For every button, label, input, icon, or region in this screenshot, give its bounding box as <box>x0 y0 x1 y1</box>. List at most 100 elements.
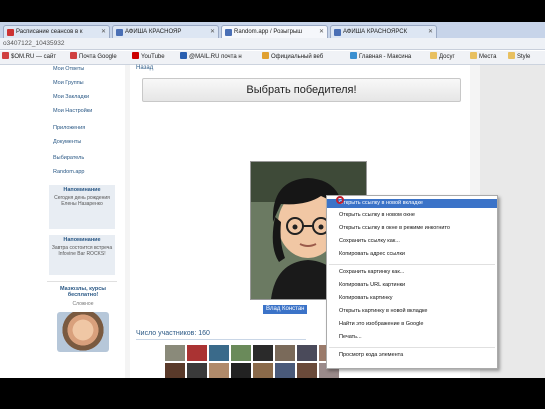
bookmark-label: Почта Google <box>79 54 117 60</box>
close-icon[interactable]: ✕ <box>319 26 324 38</box>
menu-item-save-link[interactable]: Сохранить ссылку как... <box>339 238 400 244</box>
menu-item-copy-link[interactable]: Копировать адрес ссылки <box>339 251 405 257</box>
bookmark-item[interactable]: $OM.RU — сайт <box>2 51 56 64</box>
close-icon[interactable]: ✕ <box>428 26 433 38</box>
divider <box>136 339 306 340</box>
folder-icon <box>508 52 515 59</box>
tab-schedule[interactable]: Расписание сеансов в к ✕ <box>3 25 110 38</box>
participant-thumbnail[interactable] <box>209 363 229 378</box>
bookmark-label: Главная - Максина <box>359 54 412 60</box>
promo-title[interactable]: Мазюзлы, курсы бесплатно! <box>50 286 116 298</box>
nav-link[interactable]: Приложения <box>53 125 85 131</box>
participant-thumbnail[interactable] <box>297 345 317 361</box>
reminder-block: Напоминание Завтра состоится встреча Inf… <box>49 235 115 275</box>
context-menu: Открыть ссылку в новой вкладке Открыть с… <box>326 195 498 369</box>
nav-link[interactable]: Документы <box>53 139 81 145</box>
menu-item-inspect-element[interactable]: Просмотр кода элемента <box>339 352 403 358</box>
reminder-title: Напоминание <box>63 187 101 193</box>
nav-link[interactable]: Выбиратель <box>53 155 84 161</box>
back-link[interactable]: Назад <box>136 65 153 71</box>
menu-item-open-new-tab[interactable]: Открыть ссылку в новой вкладке <box>327 199 497 208</box>
close-icon[interactable]: ✕ <box>210 26 215 38</box>
bookmark-label: @MAIL.RU почта н <box>189 54 242 60</box>
bookmark-label: Досуг <box>439 54 455 60</box>
participant-thumbnail[interactable] <box>253 363 273 378</box>
cursor-highlight-icon <box>336 196 344 204</box>
browser-window: Расписание сеансов в к ✕ АФИША КРАСНОЯР … <box>0 22 545 378</box>
tab-afisha-2[interactable]: АФИША КРАСНОЯРСК ✕ <box>330 25 437 38</box>
nav-link[interactable]: Random.app <box>53 169 85 175</box>
tab-label: АФИША КРАСНОЯР <box>125 29 182 35</box>
tab-random-app[interactable]: Random.app / Розыгрыш ✕ <box>221 25 328 38</box>
bookmark-item[interactable]: YouTube <box>132 51 165 64</box>
menu-item-print[interactable]: Печать... <box>339 334 362 340</box>
participant-thumbnail[interactable] <box>165 345 185 361</box>
bookmark-folder[interactable]: Досуг <box>430 51 455 64</box>
divider <box>47 281 117 282</box>
tab-favicon-icon <box>7 29 14 36</box>
participant-thumbnail[interactable] <box>275 363 295 378</box>
folder-icon <box>430 52 437 59</box>
menu-item-open-incognito[interactable]: Открыть ссылку в окне в режиме инкогнито <box>339 225 450 231</box>
bookmark-folder[interactable]: Места <box>470 51 496 64</box>
menu-item-copy-image-url[interactable]: Копировать URL картинки <box>339 282 405 288</box>
address-text: o3407122_10435932 <box>3 40 65 47</box>
tab-label: АФИША КРАСНОЯРСК <box>343 29 408 35</box>
menu-separator <box>329 264 495 265</box>
participant-thumbnail[interactable] <box>165 363 185 378</box>
participants-count: Число участников: 160 <box>136 330 210 337</box>
tab-favicon-icon <box>116 29 123 36</box>
bookmark-label: Style <box>517 54 531 60</box>
tab-strip: Расписание сеансов в к ✕ АФИША КРАСНОЯР … <box>0 22 545 38</box>
participant-thumbnail[interactable] <box>253 345 273 361</box>
menu-item-open-new-window[interactable]: Открыть ссылку в новом окне <box>339 212 415 218</box>
tab-favicon-icon <box>225 29 232 36</box>
tab-favicon-icon <box>334 29 341 36</box>
tab-label: Random.app / Розыгрыш <box>234 29 303 35</box>
bookmark-item[interactable]: Главная - Максина <box>350 51 411 64</box>
bookmark-favicon-icon <box>350 52 357 59</box>
bookmark-item[interactable]: @MAIL.RU почта н <box>180 51 242 64</box>
bookmarks-bar: $OM.RU — сайт Почта Google YouTube @MAIL… <box>0 51 545 65</box>
bookmark-folder[interactable]: Style <box>508 51 530 64</box>
bookmark-item[interactable]: Официальный веб <box>262 51 323 64</box>
participant-thumbnail[interactable] <box>209 345 229 361</box>
address-bar[interactable]: o3407122_10435932 <box>0 38 545 50</box>
tab-label: Расписание сеансов в к <box>16 29 83 35</box>
bookmark-favicon-icon <box>2 52 9 59</box>
mail-ru-icon <box>180 52 187 59</box>
menu-item-copy-image[interactable]: Копировать картинку <box>339 295 393 301</box>
nav-link[interactable]: Мои Ответы <box>53 66 84 72</box>
tab-afisha-1[interactable]: АФИША КРАСНОЯР ✕ <box>112 25 219 38</box>
participant-thumbnail[interactable] <box>187 363 207 378</box>
folder-icon <box>470 52 477 59</box>
reminder-text[interactable]: Завтра состоится встреча Infovine Bar RO… <box>51 245 113 257</box>
reminder-title: Напоминание <box>63 237 101 243</box>
bookmark-label: YouTube <box>141 54 165 60</box>
bookmark-item[interactable]: Почта Google <box>70 51 117 64</box>
promo-subtitle: Сложное <box>72 301 94 307</box>
menu-separator <box>329 347 495 348</box>
participant-thumbnail[interactable] <box>231 363 251 378</box>
gmail-icon <box>70 52 77 59</box>
bookmark-label: $OM.RU — сайт <box>11 54 57 60</box>
nav-link[interactable]: Мои Закладки <box>53 94 89 100</box>
bookmark-label: Официальный веб <box>271 54 324 60</box>
promo-image[interactable] <box>57 312 109 352</box>
menu-item-open-image-new-tab[interactable]: Открыть картинку в новой вкладке <box>339 308 428 314</box>
youtube-icon <box>132 52 139 59</box>
winner-name[interactable]: Влад Констан <box>263 305 308 314</box>
reminder-text[interactable]: Сегодня день рождения Елены Назаренко <box>51 195 113 207</box>
participant-thumbnail[interactable] <box>275 345 295 361</box>
close-icon[interactable]: ✕ <box>101 26 106 38</box>
menu-item-search-image-google[interactable]: Найти это изображение в Google <box>339 321 423 327</box>
pick-winner-button[interactable]: Выбрать победителя! <box>142 78 461 102</box>
nav-link[interactable]: Мои Группы <box>53 80 84 86</box>
bookmark-label: Места <box>479 54 497 60</box>
nav-link[interactable]: Мои Настройки <box>53 108 92 114</box>
participant-thumbnail[interactable] <box>231 345 251 361</box>
participant-thumbnail[interactable] <box>297 363 317 378</box>
participant-thumbnail[interactable] <box>187 345 207 361</box>
menu-item-save-image[interactable]: Сохранить картинку как... <box>339 269 404 275</box>
bookmark-favicon-icon <box>262 52 269 59</box>
